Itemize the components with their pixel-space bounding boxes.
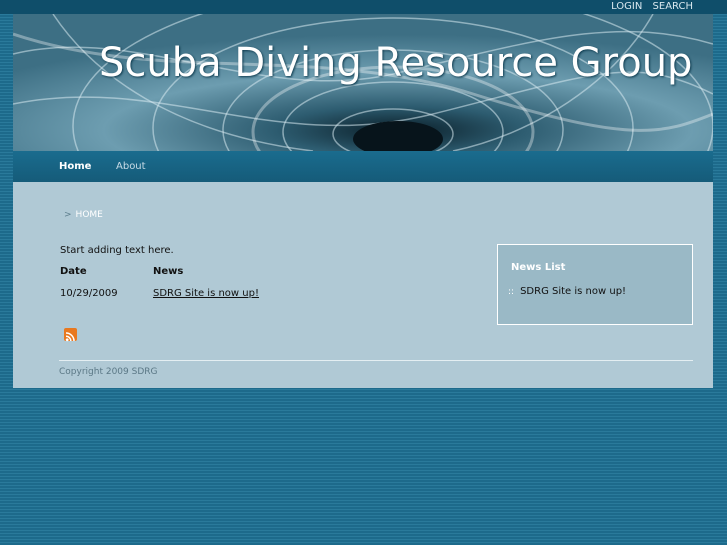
nav-home[interactable]: Home — [59, 161, 91, 172]
content-area: > HOME Start adding text here. Date News … — [13, 182, 713, 388]
news-date: 10/29/2009 — [60, 288, 118, 299]
breadcrumb-home[interactable]: HOME — [76, 210, 103, 220]
copyright-text: Copyright 2009 SDRG — [59, 367, 158, 377]
site-title: Scuba Diving Resource Group — [99, 40, 693, 86]
news-list-box: News List :: SDRG Site is now up! — [497, 244, 693, 325]
footer-divider — [59, 360, 693, 361]
top-links: LOGIN SEARCH — [604, 0, 693, 13]
top-bar: LOGIN SEARCH — [0, 0, 727, 14]
breadcrumb: > HOME — [64, 210, 103, 220]
rss-glyph-icon — [65, 332, 75, 342]
nav-about[interactable]: About — [116, 161, 146, 172]
header-banner: Scuba Diving Resource Group — [13, 14, 713, 151]
column-header-news: News — [153, 266, 184, 277]
login-link[interactable]: LOGIN — [611, 1, 642, 12]
news-list-title: News List — [511, 262, 566, 273]
bullet-icon: :: — [508, 287, 515, 297]
column-header-date: Date — [60, 266, 87, 277]
news-list-item-label: SDRG Site is now up! — [520, 286, 627, 297]
news-list-item[interactable]: :: SDRG Site is now up! — [508, 286, 626, 297]
breadcrumb-arrow: > — [64, 210, 72, 220]
news-link[interactable]: SDRG Site is now up! — [153, 288, 259, 299]
search-link[interactable]: SEARCH — [653, 1, 693, 12]
rss-feed-icon[interactable] — [64, 328, 77, 342]
intro-text: Start adding text here. — [60, 245, 174, 256]
main-nav: Home About — [13, 151, 713, 182]
